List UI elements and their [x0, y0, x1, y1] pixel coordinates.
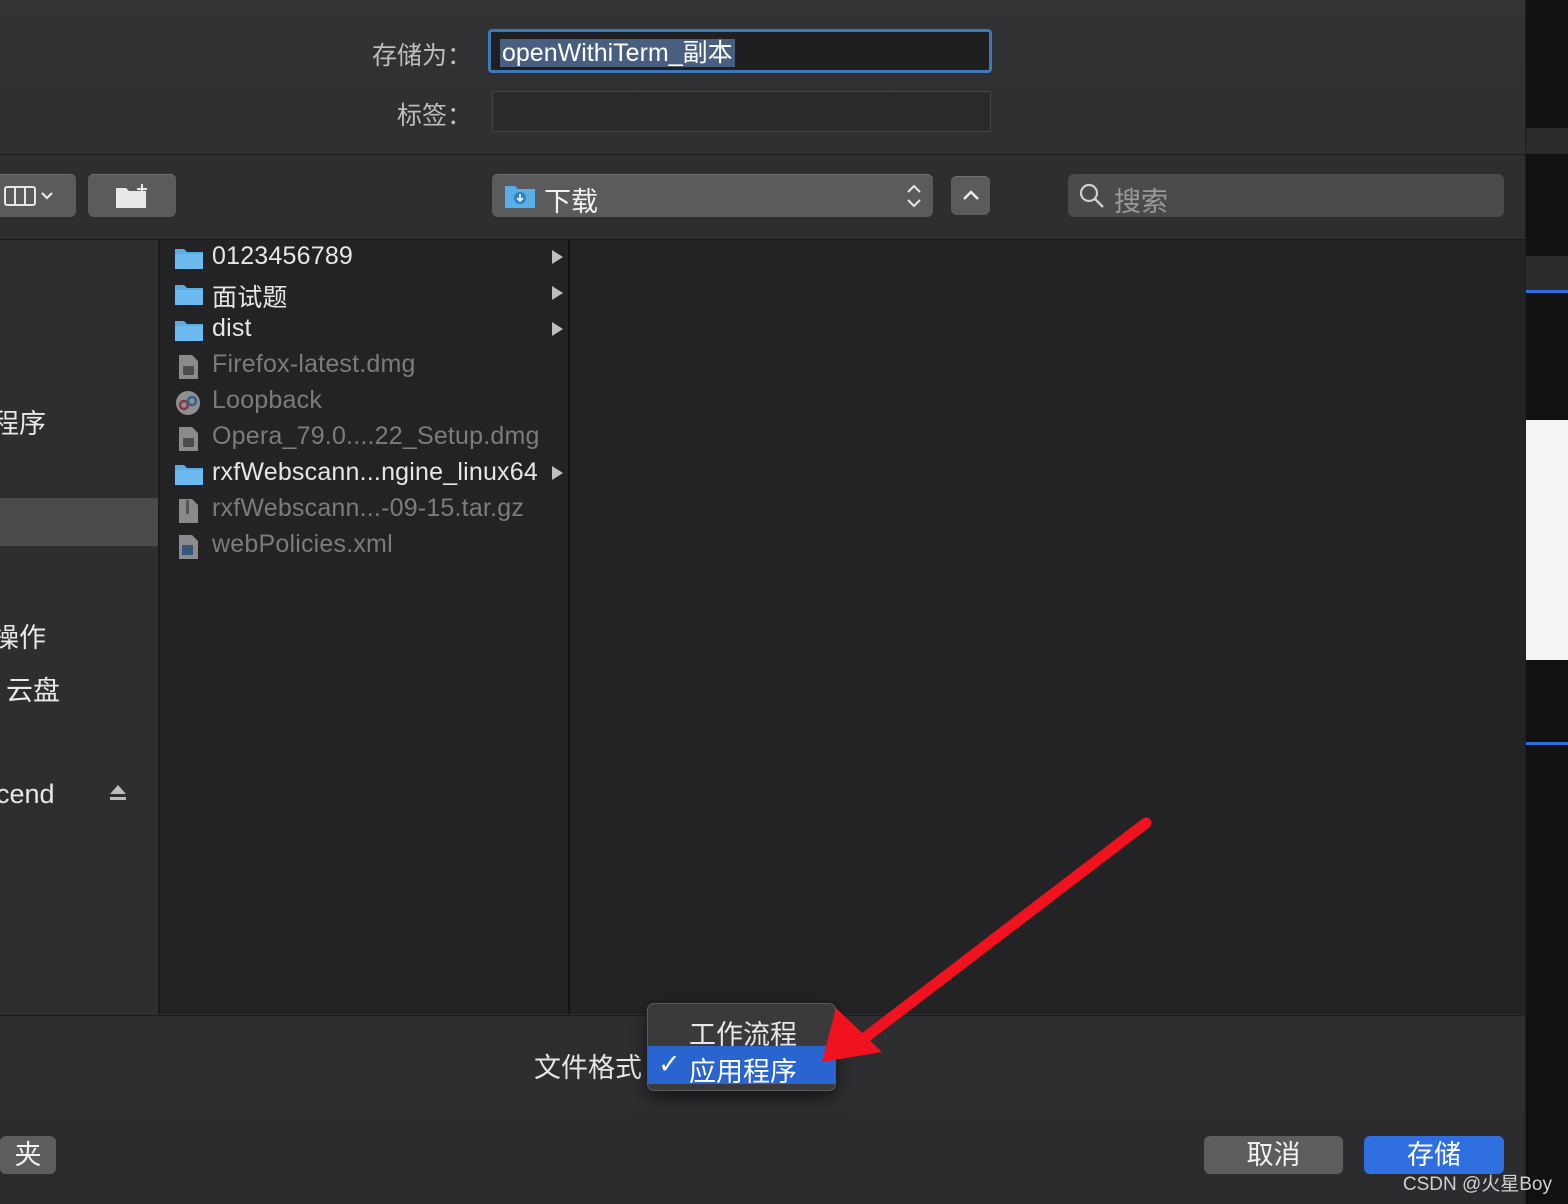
chevron-up-icon: [963, 190, 979, 200]
file-name: Firefox-latest.dmg: [212, 350, 416, 378]
file-name: Loopback: [212, 386, 323, 414]
sidebar-selected-item[interactable]: [0, 498, 158, 546]
archive-icon: [174, 498, 204, 523]
save-as-input[interactable]: openWithiTerm_副本: [488, 29, 992, 73]
search-input[interactable]: 搜索: [1068, 174, 1504, 217]
tags-input[interactable]: [492, 91, 991, 132]
location-label: 下载: [544, 187, 598, 217]
background-window-panel: [1526, 420, 1568, 660]
sidebar-item-cloud-drive[interactable]: 云盘: [6, 669, 60, 708]
file-row[interactable]: rxfWebscann...ngine_linux64: [160, 456, 568, 492]
file-name: 0123456789: [212, 242, 354, 270]
file-name: dist: [212, 314, 252, 342]
collapse-button[interactable]: [951, 176, 990, 215]
watermark: CSDN @火星Boy: [1402, 1174, 1552, 1195]
menu-item-application[interactable]: ✓ 应用程序: [648, 1046, 835, 1087]
sidebar-item-volume[interactable]: cend: [0, 779, 55, 810]
save-as-value: openWithiTerm_副本: [500, 39, 735, 67]
file-browser-column-empty: [570, 240, 1525, 1014]
app-icon: [174, 390, 204, 415]
file-row[interactable]: Loopback: [160, 384, 568, 420]
background-window-band: [1526, 256, 1568, 293]
disclosure-chevron-icon: [552, 466, 563, 480]
folder-icon: [174, 246, 204, 270]
tags-label: 标签：: [396, 102, 472, 130]
sidebar-item-operations[interactable]: 操作: [0, 616, 46, 655]
eject-icon[interactable]: [108, 783, 128, 803]
file-row[interactable]: rxfWebscann...-09-15.tar.gz: [160, 492, 568, 528]
folder-icon: [174, 462, 204, 486]
disk-image-icon: [174, 426, 204, 451]
file-browser-column: 0123456789 面试题 dist Firefox-latest.dmg Loopb…: [160, 240, 570, 1014]
menu-item-workflow[interactable]: 工作流程: [648, 1009, 835, 1050]
file-row[interactable]: Firefox-latest.dmg: [160, 348, 568, 384]
menu-item-label: 应用程序: [689, 1057, 797, 1087]
location-popup[interactable]: 下载: [492, 174, 933, 217]
save-as-label: 存储为：: [371, 42, 472, 70]
xml-file-icon: [174, 534, 204, 559]
file-name: rxfWebscann...-09-15.tar.gz: [212, 494, 525, 522]
folder-icon: [174, 318, 204, 342]
file-name: rxfWebscann...ngine_linux64: [212, 458, 538, 486]
cancel-button[interactable]: 取消: [1204, 1136, 1343, 1174]
disclosure-chevron-icon: [552, 322, 563, 336]
view-mode-button[interactable]: [0, 174, 76, 217]
checkmark-icon: ✓: [658, 1049, 681, 1079]
disclosure-chevron-icon: [552, 286, 563, 300]
file-row[interactable]: dist: [160, 312, 568, 348]
search-placeholder: 搜索: [1114, 187, 1168, 217]
downloads-folder-icon: [505, 186, 535, 208]
new-folder-button[interactable]: [88, 174, 176, 217]
file-row[interactable]: 面试题: [160, 276, 568, 312]
file-row[interactable]: webPolicies.xml: [160, 528, 568, 564]
file-name: Opera_79.0....22_Setup.dmg: [212, 422, 540, 450]
background-window: [1526, 0, 1568, 1204]
new-folder-text-button[interactable]: 夹: [0, 1136, 56, 1174]
columns-view-icon: [4, 186, 53, 206]
up-down-chevron-icon: [907, 184, 921, 208]
file-row[interactable]: 0123456789: [160, 240, 568, 276]
disk-image-icon: [174, 354, 204, 379]
file-name: 面试题: [212, 284, 288, 312]
disclosure-chevron-icon: [552, 250, 563, 264]
new-folder-icon: [116, 184, 147, 208]
file-format-label: 文件格式: [534, 1053, 642, 1083]
background-window-line: [1526, 742, 1568, 745]
file-name: webPolicies.xml: [212, 530, 393, 558]
background-window-band: [1526, 128, 1568, 154]
search-icon: [1079, 183, 1104, 208]
folder-icon: [174, 282, 204, 306]
file-row[interactable]: Opera_79.0....22_Setup.dmg: [160, 420, 568, 456]
file-format-menu: 工作流程 ✓ 应用程序: [647, 1003, 836, 1091]
sidebar-item-applications[interactable]: 程序: [0, 402, 46, 441]
